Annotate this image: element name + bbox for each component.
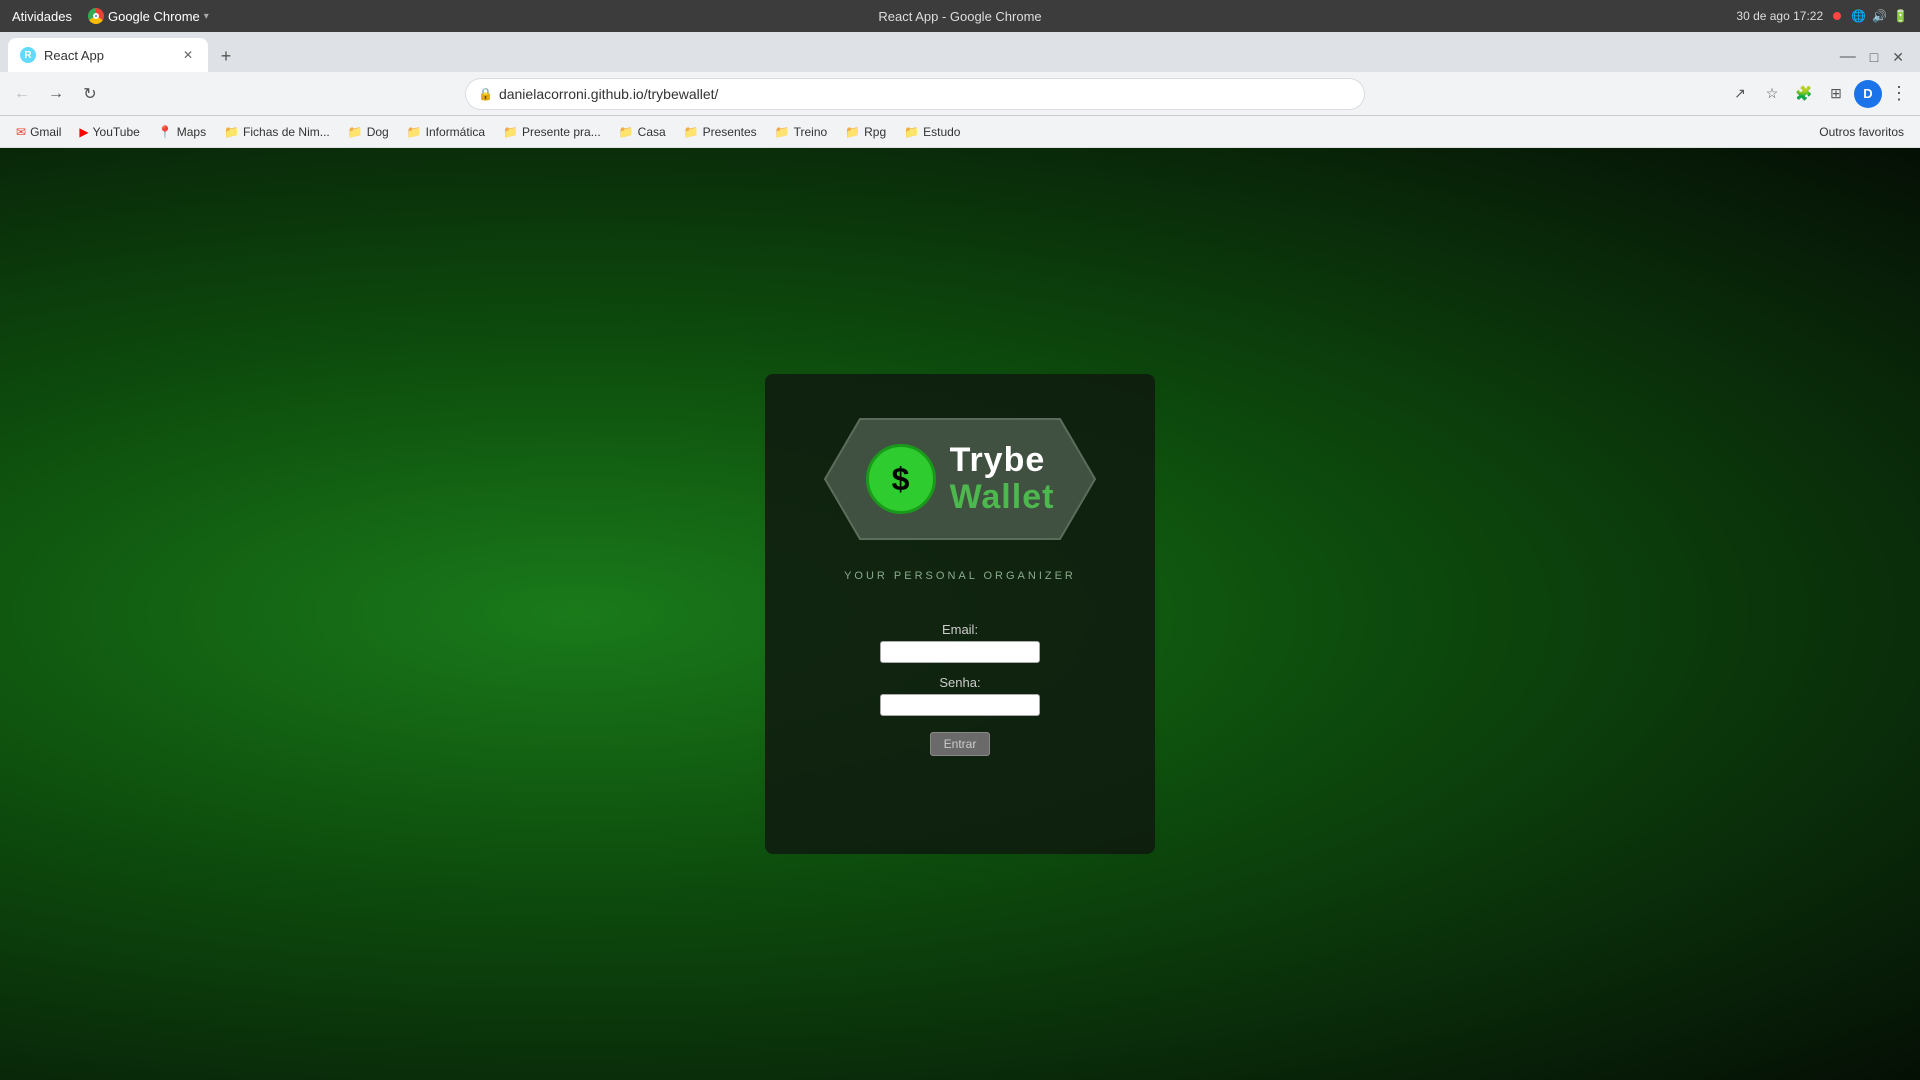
folder-icon-dog: 📁 — [348, 125, 363, 139]
share-icon[interactable]: ↗ — [1726, 80, 1754, 108]
address-bar[interactable]: 🔒 danielacorroni.github.io/trybewallet/ — [465, 78, 1365, 110]
email-label: Email: — [942, 622, 978, 637]
bookmark-dog[interactable]: 📁 Dog — [340, 122, 397, 142]
chrome-dropdown-icon[interactable]: ▾ — [204, 11, 209, 22]
submit-button[interactable]: Entrar — [930, 732, 990, 756]
sidebar-icon[interactable]: ⊞ — [1822, 80, 1850, 108]
page-content: $ Trybe Wallet YOUR PERSONAL ORGANIZER E… — [0, 148, 1920, 1080]
folder-icon-estudo: 📁 — [904, 125, 919, 139]
volume-icon: 🔊 — [1872, 9, 1887, 23]
email-group: Email: — [795, 622, 1125, 663]
active-tab[interactable]: R React App ✕ — [8, 38, 208, 72]
os-taskbar-left: Atividades Google Chrome ▾ — [12, 8, 209, 24]
tab-favicon: R — [20, 47, 36, 63]
chrome-window: R React App ✕ + — □ ✕ ← → ↻ 🔒 danielacor… — [0, 32, 1920, 1080]
folder-icon-informatica: 📁 — [407, 125, 422, 139]
lock-icon: 🔒 — [478, 87, 493, 101]
youtube-icon: ▶ — [79, 125, 88, 139]
address-bar-container: ← → ↻ 🔒 danielacorroni.github.io/trybewa… — [0, 72, 1920, 116]
logo-text: Trybe Wallet — [950, 442, 1055, 517]
bookmark-maps[interactable]: 📍 Maps — [150, 122, 214, 142]
chrome-menu-button[interactable]: ⋮ — [1886, 79, 1912, 108]
bookmark-presentes[interactable]: 📁 Presentes — [676, 122, 765, 142]
battery-icon: 🔋 — [1893, 9, 1908, 23]
bookmark-treino[interactable]: 📁 Treino — [767, 122, 836, 142]
back-button[interactable]: ← — [8, 80, 36, 108]
logo-tagline: YOUR PERSONAL ORGANIZER — [844, 570, 1076, 582]
folder-icon-treino: 📁 — [775, 125, 790, 139]
password-group: Senha: — [795, 675, 1125, 716]
login-form: Email: Senha: Entrar — [795, 622, 1125, 756]
bookmark-casa[interactable]: 📁 Casa — [611, 122, 674, 142]
folder-icon-presente: 📁 — [503, 125, 518, 139]
bookmarks-bar: ✉ Gmail ▶ YouTube 📍 Maps 📁 Fichas de Nim… — [0, 116, 1920, 148]
status-dot — [1833, 12, 1841, 20]
folder-icon-presentes: 📁 — [684, 125, 699, 139]
sys-tray-icons: 🌐 🔊 🔋 — [1851, 9, 1908, 23]
folder-icon-fichas: 📁 — [224, 125, 239, 139]
datetime: 30 de ago 17:22 — [1736, 9, 1823, 23]
maximize-button[interactable]: □ — [1866, 45, 1882, 69]
tab-bar-right-controls: — □ ✕ — [1836, 44, 1912, 72]
forward-button[interactable]: → — [42, 80, 70, 108]
maps-icon: 📍 — [158, 125, 173, 139]
profile-button[interactable]: D — [1854, 80, 1882, 108]
login-panel: $ Trybe Wallet YOUR PERSONAL ORGANIZER E… — [765, 374, 1155, 854]
dollar-icon: $ — [866, 444, 936, 514]
bookmark-star-icon[interactable]: ☆ — [1758, 80, 1786, 108]
bookmark-fichas[interactable]: 📁 Fichas de Nim... — [216, 122, 338, 142]
password-label: Senha: — [939, 675, 980, 690]
other-bookmarks[interactable]: Outros favoritos — [1811, 122, 1912, 142]
os-taskbar: Atividades Google Chrome ▾ React App - G… — [0, 0, 1920, 32]
url-text: danielacorroni.github.io/trybewallet/ — [499, 86, 1352, 102]
logo-hexagon: $ Trybe Wallet — [820, 414, 1100, 544]
logo-container: $ Trybe Wallet — [820, 414, 1100, 544]
network-icon: 🌐 — [1851, 9, 1866, 23]
chrome-app-name: Google Chrome — [108, 9, 200, 24]
bookmark-presente[interactable]: 📁 Presente pra... — [495, 122, 609, 142]
logo-inner: $ Trybe Wallet — [820, 414, 1100, 544]
tab-bar: R React App ✕ + — □ ✕ — [0, 32, 1920, 72]
close-button[interactable]: ✕ — [1888, 45, 1908, 70]
email-input[interactable] — [880, 641, 1040, 663]
password-input[interactable] — [880, 694, 1040, 716]
bookmark-estudo[interactable]: 📁 Estudo — [896, 122, 968, 142]
window-title: React App - Google Chrome — [878, 9, 1041, 24]
new-tab-button[interactable]: + — [212, 42, 240, 70]
bookmark-informatica[interactable]: 📁 Informática — [399, 122, 493, 142]
tab-close-button[interactable]: ✕ — [180, 47, 196, 63]
address-bar-actions: ↗ ☆ 🧩 ⊞ D ⋮ — [1726, 79, 1912, 108]
os-taskbar-right: 30 de ago 17:22 🌐 🔊 🔋 — [1736, 9, 1908, 23]
chrome-icon — [88, 8, 104, 24]
gmail-icon: ✉ — [16, 125, 26, 139]
folder-icon-casa: 📁 — [619, 125, 634, 139]
tab-title: React App — [44, 48, 172, 63]
activities-button[interactable]: Atividades — [12, 9, 72, 24]
bookmark-gmail[interactable]: ✉ Gmail — [8, 122, 69, 142]
reload-button[interactable]: ↻ — [76, 80, 104, 108]
extensions-icon[interactable]: 🧩 — [1790, 80, 1818, 108]
brand-name-1: Trybe — [950, 442, 1055, 479]
bookmark-youtube[interactable]: ▶ YouTube — [71, 122, 147, 142]
minimize-button[interactable]: — — [1836, 44, 1860, 70]
chrome-app-indicator[interactable]: Google Chrome ▾ — [88, 8, 209, 24]
folder-icon-rpg: 📁 — [845, 125, 860, 139]
brand-name-2: Wallet — [950, 479, 1055, 516]
bookmark-rpg[interactable]: 📁 Rpg — [837, 122, 894, 142]
